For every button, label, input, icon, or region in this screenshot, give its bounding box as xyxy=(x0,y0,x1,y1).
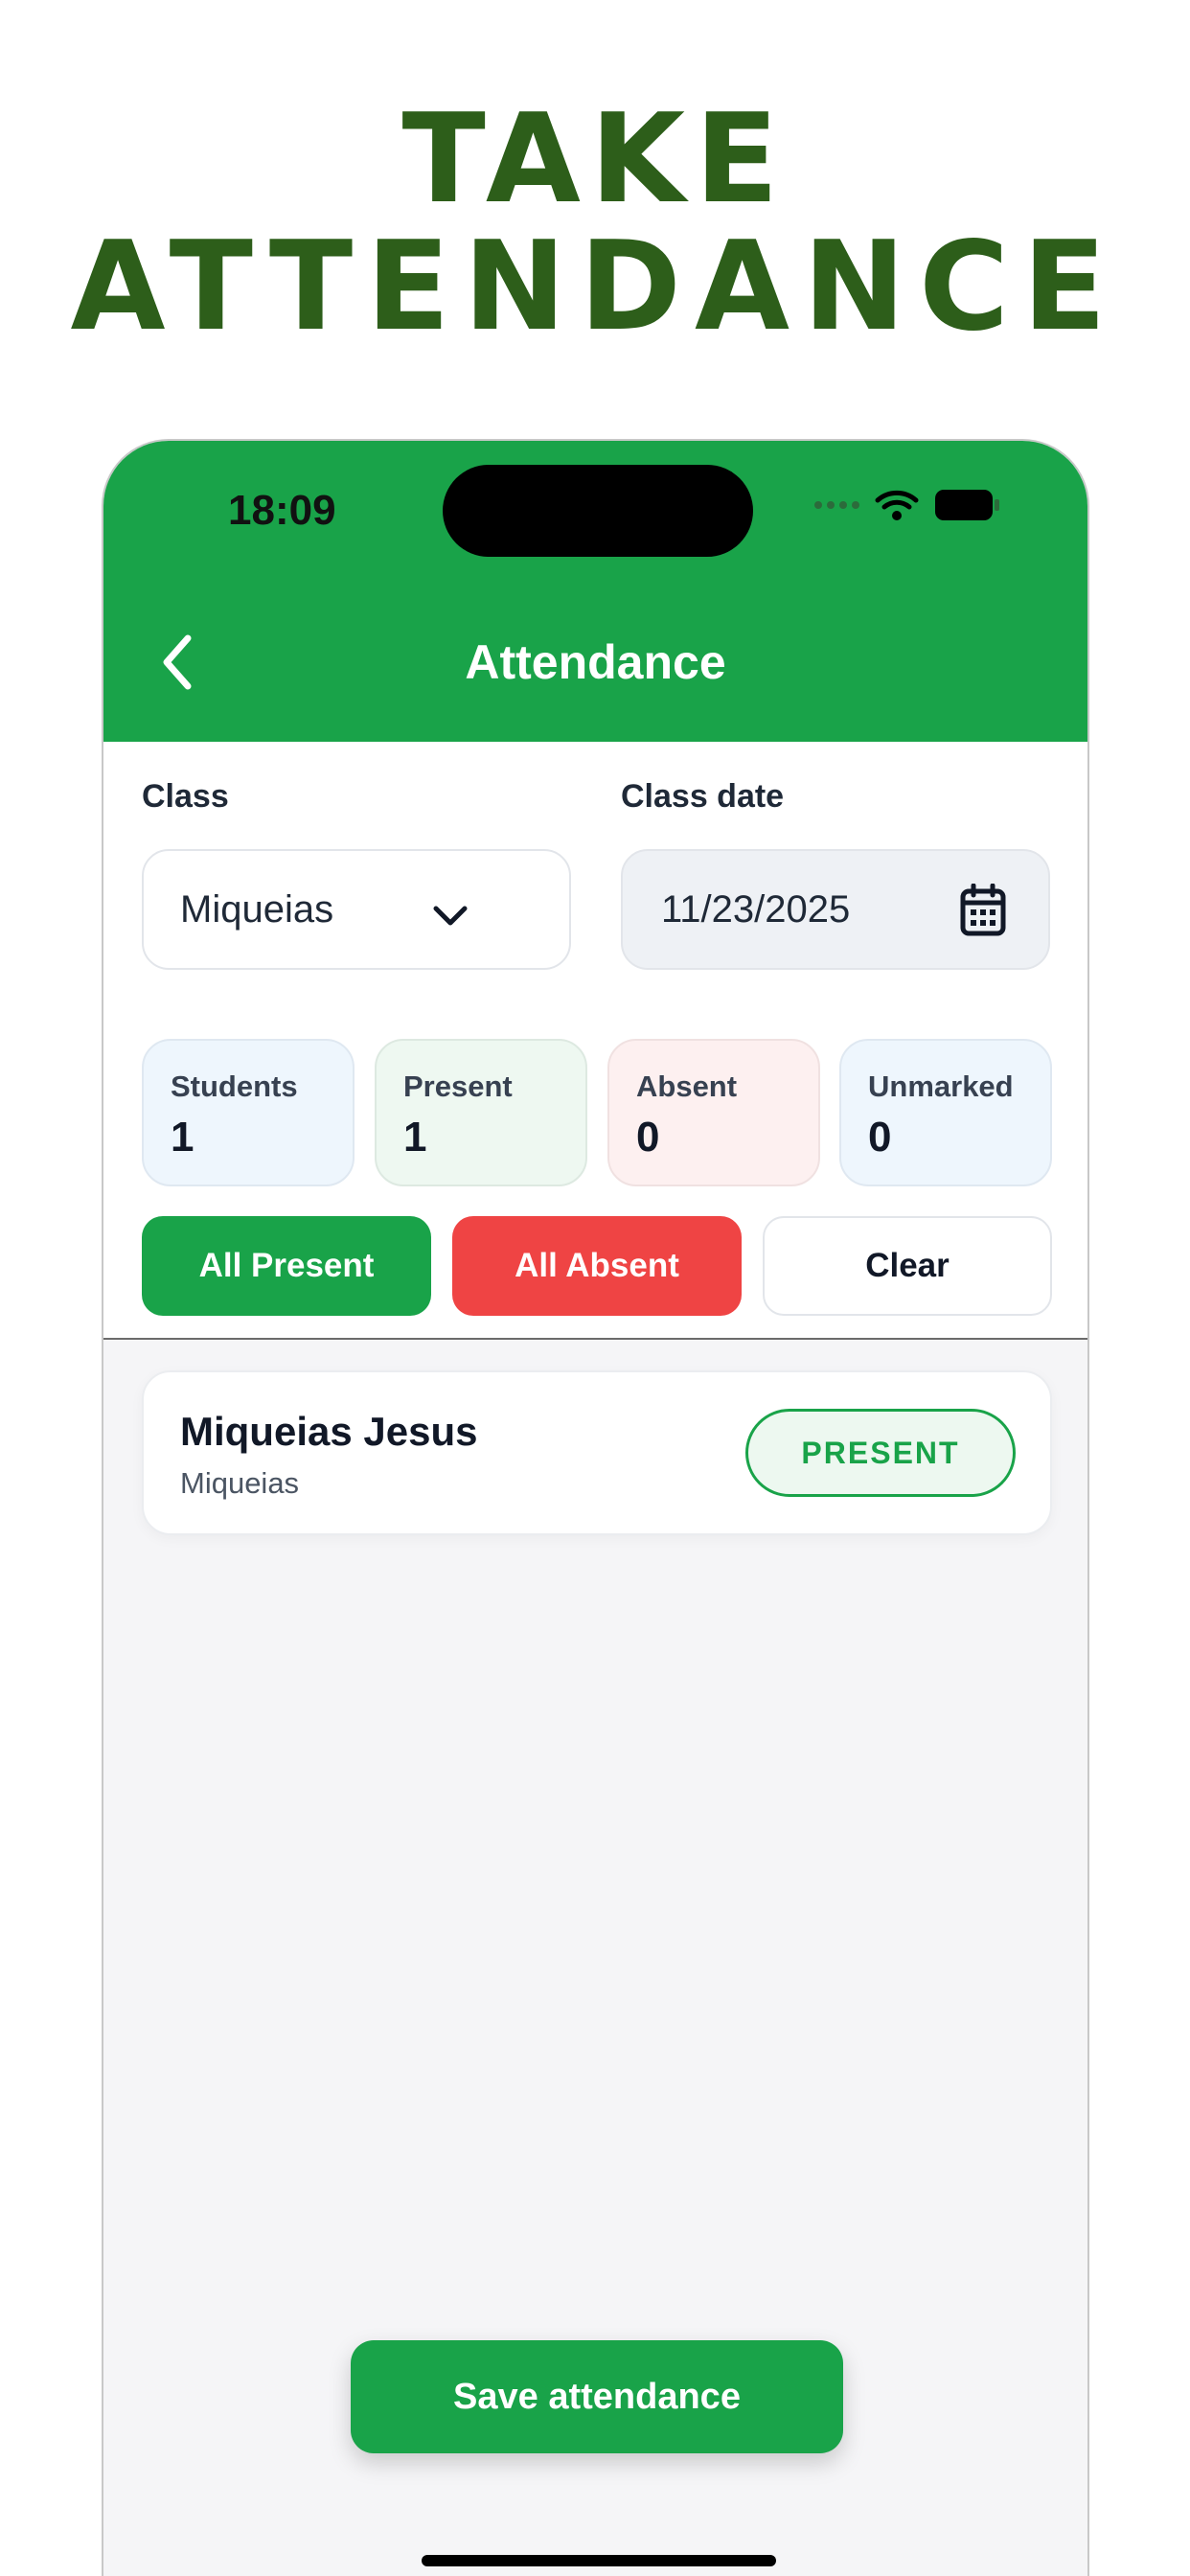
student-card[interactable]: Miqueias Jesus Miqueias PRESENT xyxy=(142,1370,1052,1535)
chevron-down-icon xyxy=(431,895,469,938)
calendar-icon[interactable] xyxy=(960,883,1006,947)
home-indicator xyxy=(422,2555,776,2566)
stat-label: Present xyxy=(403,1070,513,1103)
class-date-value: 11/23/2025 xyxy=(661,887,851,931)
class-select[interactable]: Miqueias xyxy=(142,849,571,970)
stat-unmarked: Unmarked 0 xyxy=(839,1039,1052,1186)
class-date-field[interactable]: 11/23/2025 xyxy=(621,849,1050,970)
app-header: 18:09 Attendance xyxy=(103,441,1087,742)
attendance-status-toggle[interactable]: PRESENT xyxy=(745,1409,1016,1497)
stat-absent: Absent 0 xyxy=(607,1039,820,1186)
phone-frame: 18:09 Attendance Class Class date Miquei… xyxy=(102,439,1089,2576)
stat-value: 0 xyxy=(636,1114,660,1161)
student-name: Miqueias Jesus xyxy=(180,1409,478,1454)
stat-label: Absent xyxy=(636,1070,738,1103)
status-time: 18:09 xyxy=(228,487,336,534)
stat-label: Students xyxy=(171,1070,298,1103)
stat-students: Students 1 xyxy=(142,1039,355,1186)
stat-value: 0 xyxy=(868,1114,892,1161)
all-present-button[interactable]: All Present xyxy=(142,1216,431,1316)
battery-icon xyxy=(934,489,1001,521)
attendance-controls: Class Class date Miqueias 11/23/2025 Stu… xyxy=(103,742,1087,1340)
page-title: Attendance xyxy=(465,635,726,689)
promo-title-line-2: ATTENDANCE xyxy=(70,216,1120,358)
all-absent-button[interactable]: All Absent xyxy=(452,1216,742,1316)
class-date-label: Class date xyxy=(621,778,785,815)
stat-value: 1 xyxy=(403,1114,427,1161)
stat-label: Unmarked xyxy=(868,1070,1014,1103)
clear-button[interactable]: Clear xyxy=(763,1216,1052,1316)
status-icons xyxy=(814,489,1001,521)
signal-icon xyxy=(814,501,859,509)
dynamic-island xyxy=(443,465,753,557)
promo-title-line-1: TAKE xyxy=(401,88,789,231)
wifi-icon xyxy=(875,489,919,521)
save-attendance-button[interactable]: Save attendance xyxy=(351,2340,843,2453)
class-select-value: Miqueias xyxy=(180,887,334,931)
class-label: Class xyxy=(142,778,229,815)
stat-present: Present 1 xyxy=(375,1039,587,1186)
stat-value: 1 xyxy=(171,1114,195,1161)
student-class: Miqueias xyxy=(180,1466,300,1500)
